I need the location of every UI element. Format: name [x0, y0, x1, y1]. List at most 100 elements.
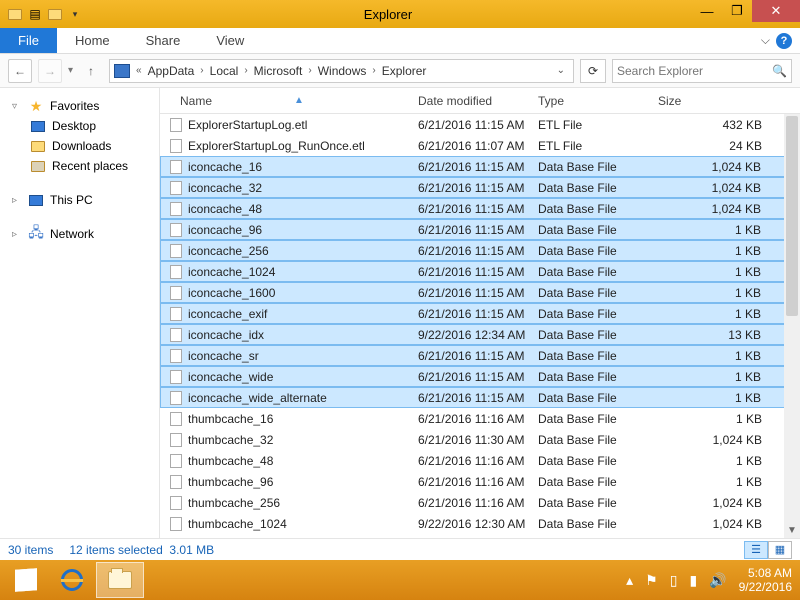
chevron-icon[interactable]: › — [372, 65, 375, 76]
file-name: thumbcache_256 — [188, 496, 418, 510]
col-date[interactable]: Date modified — [418, 94, 538, 108]
file-icon — [168, 138, 184, 154]
back-button[interactable]: ← — [8, 59, 32, 83]
forward-button[interactable]: → — [38, 59, 62, 83]
address-bar[interactable]: « AppData › Local › Microsoft › Windows … — [109, 59, 574, 83]
chevron-icon[interactable]: « — [136, 65, 142, 76]
breadcrumb-seg[interactable]: Explorer — [378, 64, 431, 78]
file-date: 6/21/2016 11:07 AM — [418, 139, 538, 153]
search-icon[interactable]: 🔍 — [772, 64, 787, 78]
file-list[interactable]: ExplorerStartupLog.etl6/21/2016 11:15 AM… — [160, 114, 800, 538]
status-item-count: 30 items — [8, 543, 53, 557]
desktop-icon — [30, 118, 46, 134]
nav-this-pc[interactable]: ▹ This PC — [8, 190, 159, 210]
file-tab[interactable]: File — [0, 28, 57, 53]
home-tab[interactable]: Home — [57, 28, 128, 53]
file-row[interactable]: iconcache_16006/21/2016 11:15 AMData Bas… — [160, 282, 800, 303]
file-row[interactable]: iconcache_exif6/21/2016 11:15 AMData Bas… — [160, 303, 800, 324]
file-row[interactable]: thumbcache_10249/22/2016 12:30 AMData Ba… — [160, 513, 800, 534]
icons-view-button[interactable]: ▦ — [768, 541, 792, 559]
file-row[interactable]: iconcache_326/21/2016 11:15 AMData Base … — [160, 177, 800, 198]
file-row[interactable]: iconcache_wide_alternate6/21/2016 11:15 … — [160, 387, 800, 408]
view-tab[interactable]: View — [198, 28, 262, 53]
file-row[interactable]: thumbcache_326/21/2016 11:30 AMData Base… — [160, 429, 800, 450]
properties-icon[interactable]: ▤ — [26, 5, 44, 23]
details-view-button[interactable]: ☰ — [744, 541, 768, 559]
file-date: 6/21/2016 11:15 AM — [418, 223, 538, 237]
file-row[interactable]: thumbcache_2566/21/2016 11:16 AMData Bas… — [160, 492, 800, 513]
col-size[interactable]: Size — [658, 94, 800, 108]
file-name: iconcache_idx — [188, 328, 418, 342]
file-row[interactable]: iconcache_idx9/22/2016 12:34 AMData Base… — [160, 324, 800, 345]
file-row[interactable]: iconcache_2566/21/2016 11:15 AMData Base… — [160, 240, 800, 261]
battery-icon[interactable]: ▯ — [670, 572, 678, 589]
sort-asc-icon: ▲ — [294, 95, 304, 106]
clock-time: 5:08 AM — [739, 566, 792, 580]
file-date: 6/21/2016 11:15 AM — [418, 370, 538, 384]
breadcrumb-seg[interactable]: Microsoft — [250, 64, 307, 78]
action-center-icon[interactable]: ⚑ — [645, 572, 658, 589]
up-button[interactable]: ↑ — [79, 59, 103, 83]
nav-network[interactable]: ▹ 🖧 Network — [8, 224, 159, 244]
network-tray-icon[interactable]: ▮ — [689, 572, 697, 589]
new-folder-icon[interactable] — [46, 5, 64, 23]
refresh-button[interactable]: ⟳ — [580, 59, 606, 83]
file-size: 1 KB — [658, 286, 799, 300]
file-row[interactable]: ExplorerStartupLog_RunOnce.etl6/21/2016 … — [160, 135, 800, 156]
file-type: ETL File — [538, 139, 658, 153]
col-name[interactable]: Name▲ — [160, 94, 418, 108]
file-date: 6/21/2016 11:15 AM — [418, 160, 538, 174]
search-box[interactable]: 🔍 — [612, 59, 792, 83]
expand-icon[interactable]: ▹ — [12, 229, 22, 240]
clock[interactable]: 5:08 AM 9/22/2016 — [739, 566, 792, 594]
expand-icon[interactable]: ▿ — [12, 101, 22, 112]
recent-locations-icon[interactable]: ▾ — [68, 65, 73, 76]
file-row[interactable]: thumbcache_486/21/2016 11:16 AMData Base… — [160, 450, 800, 471]
file-row[interactable]: iconcache_10246/21/2016 11:15 AMData Bas… — [160, 261, 800, 282]
scroll-thumb[interactable] — [786, 116, 798, 316]
volume-icon[interactable]: 🔊 — [709, 572, 726, 589]
nav-recent-places[interactable]: Recent places — [8, 156, 159, 176]
maximize-button[interactable]: ❐ — [722, 0, 752, 22]
file-row[interactable]: iconcache_sr6/21/2016 11:15 AMData Base … — [160, 345, 800, 366]
share-tab[interactable]: Share — [128, 28, 199, 53]
breadcrumb-seg[interactable]: Windows — [314, 64, 371, 78]
file-size: 1,024 KB — [658, 433, 800, 447]
nav-downloads[interactable]: Downloads — [8, 136, 159, 156]
file-row[interactable]: ExplorerStartupLog.etl6/21/2016 11:15 AM… — [160, 114, 800, 135]
chevron-icon[interactable]: › — [244, 65, 247, 76]
downloads-icon — [30, 138, 46, 154]
file-row[interactable]: iconcache_166/21/2016 11:15 AMData Base … — [160, 156, 800, 177]
taskbar-ie[interactable] — [48, 562, 96, 598]
nav-desktop[interactable]: Desktop — [8, 116, 159, 136]
taskbar-explorer[interactable] — [96, 562, 144, 598]
tray-up-icon[interactable]: ▴ — [626, 572, 633, 589]
file-row[interactable]: iconcache_wide6/21/2016 11:15 AMData Bas… — [160, 366, 800, 387]
start-button[interactable] — [4, 560, 48, 600]
breadcrumb-seg[interactable]: AppData — [144, 64, 199, 78]
file-row[interactable]: iconcache_966/21/2016 11:15 AMData Base … — [160, 219, 800, 240]
expand-icon[interactable]: ▹ — [12, 195, 22, 206]
vertical-scrollbar[interactable]: ▲ ▼ — [784, 114, 800, 538]
file-name: iconcache_wide_alternate — [188, 391, 418, 405]
nav-favorites[interactable]: ▿ ★ Favorites — [8, 96, 159, 116]
help-icon[interactable]: ? — [776, 33, 792, 49]
address-dropdown-icon[interactable]: ⌄ — [553, 65, 569, 76]
file-type: ETL File — [538, 118, 658, 132]
file-row[interactable]: thumbcache_966/21/2016 11:16 AMData Base… — [160, 471, 800, 492]
file-type: Data Base File — [538, 181, 658, 195]
breadcrumb-seg[interactable]: Local — [206, 64, 243, 78]
minimize-button[interactable]: — — [692, 0, 722, 22]
file-row[interactable]: thumbcache_166/21/2016 11:16 AMData Base… — [160, 408, 800, 429]
file-row[interactable]: iconcache_486/21/2016 11:15 AMData Base … — [160, 198, 800, 219]
search-input[interactable] — [617, 64, 772, 78]
qat-dropdown-icon[interactable]: ▾ — [66, 5, 84, 23]
file-name: ExplorerStartupLog_RunOnce.etl — [188, 139, 418, 153]
chevron-icon[interactable]: › — [200, 65, 203, 76]
scroll-down-icon[interactable]: ▼ — [784, 522, 800, 538]
close-button[interactable]: ✕ — [752, 0, 800, 22]
col-type[interactable]: Type — [538, 94, 658, 108]
ribbon-expand-icon[interactable]: ⌵ — [761, 33, 770, 48]
file-size: 432 KB — [658, 118, 800, 132]
chevron-icon[interactable]: › — [308, 65, 311, 76]
